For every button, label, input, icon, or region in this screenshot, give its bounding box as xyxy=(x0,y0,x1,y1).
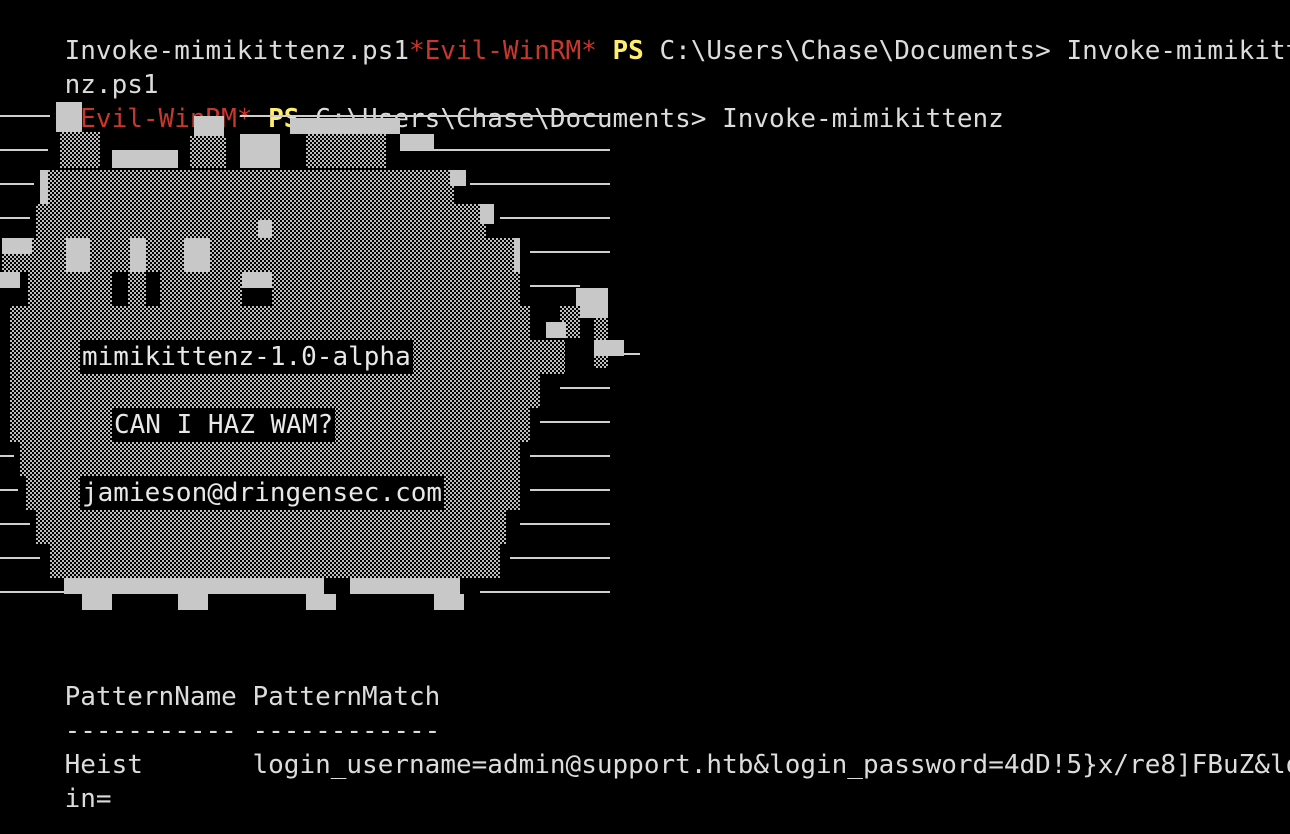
terminal-line-3: *Evil-WinRM* PS C:\Users\Chase\Documents… xyxy=(2,68,1004,134)
banner-tagline: CAN I HAZ WAM? xyxy=(112,408,336,442)
evil-winrm-tag: *Evil-WinRM* xyxy=(409,36,597,66)
terminal-line-2: nz.ps1 xyxy=(2,34,159,100)
pattern-match-cell: login_username=admin@support.htb&login_p… xyxy=(252,750,1290,780)
command-text: C:\Users\Chase\Documents> Invoke-mimikit… xyxy=(643,36,1290,66)
table-row-wrap: in= xyxy=(2,748,112,834)
terminal-window[interactable]: Invoke-mimikittenz.ps1*Evil-WinRM* PS C:… xyxy=(0,0,1290,834)
pattern-match-cell-wrap: in= xyxy=(64,784,112,814)
table-row: Heist login_username=admin@support.htb&l… xyxy=(2,714,1290,816)
mimikittenz-cat-art: mimikittenz-1.0-alpha CAN I HAZ WAM? jam… xyxy=(0,102,650,612)
ps-prompt: PS xyxy=(612,36,644,66)
terminal-line-1: Invoke-mimikittenz.ps1*Evil-WinRM* PS C:… xyxy=(2,0,1290,66)
banner-email: jamieson@dringensec.com xyxy=(80,476,445,510)
banner-version: mimikittenz-1.0-alpha xyxy=(80,340,413,374)
